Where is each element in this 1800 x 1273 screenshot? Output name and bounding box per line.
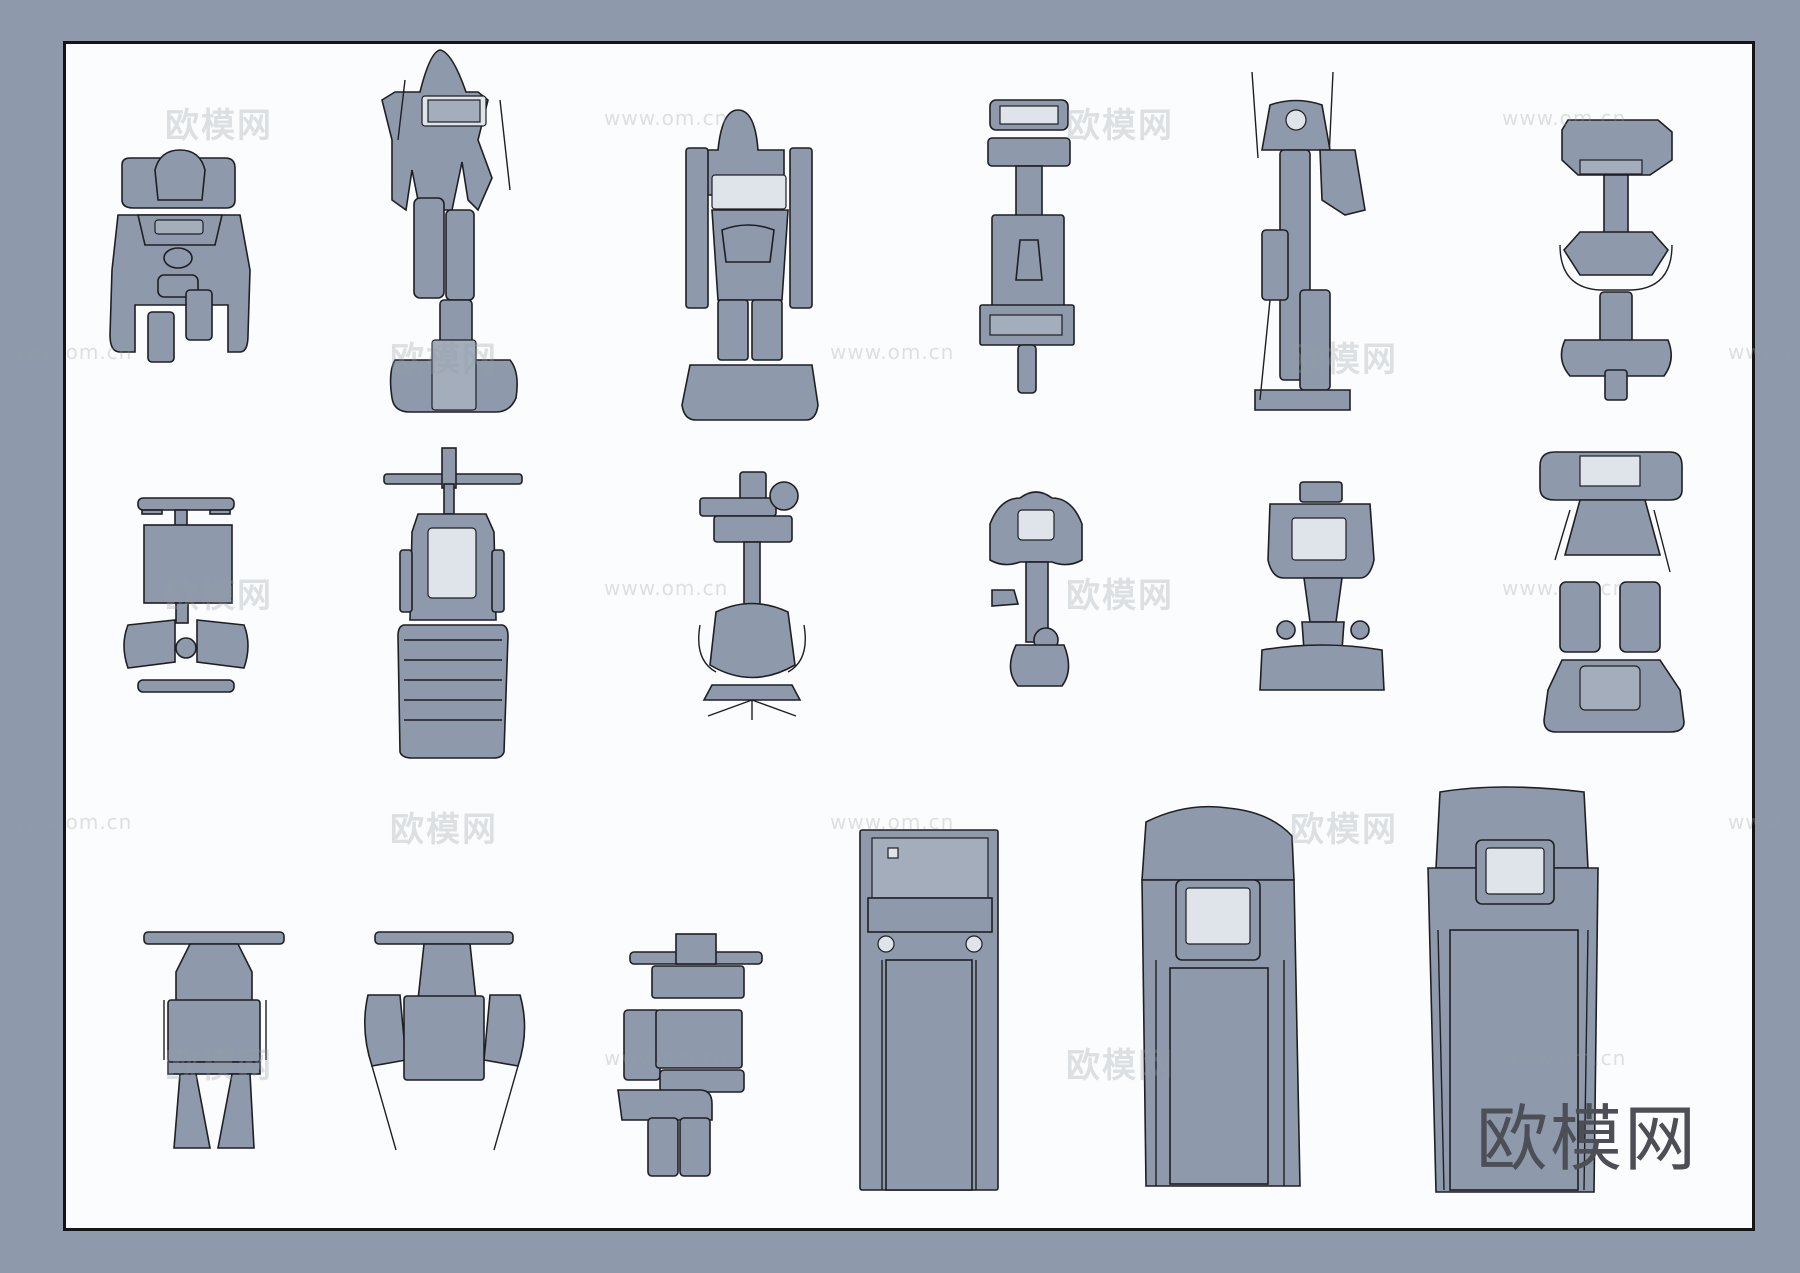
watermark-cn: 欧模网 xyxy=(1066,1046,1174,1086)
watermark-url: www.om.cn xyxy=(830,340,955,364)
watermark-cn: 欧模网 xyxy=(1290,810,1398,850)
watermark-url: www.om.cn xyxy=(1502,576,1627,600)
watermark-url: www.om.cn xyxy=(1728,340,1800,364)
watermark-url: www.om.cn xyxy=(604,106,729,130)
equipment-upright-bike-1 xyxy=(979,99,1075,394)
equipment-rowing-machine-1 xyxy=(383,447,523,759)
watermark-url: www.om.cn xyxy=(8,340,133,364)
watermark-cn: 欧模网 xyxy=(1290,340,1398,380)
watermark-cn: 欧模网 xyxy=(165,106,273,146)
brand-logo-text: 欧模网 xyxy=(1476,1097,1699,1181)
watermark-cn: 欧模网 xyxy=(390,810,498,850)
watermark-url: www.om.cn xyxy=(1502,1046,1627,1070)
equipment-stair-climber-1 xyxy=(681,109,819,421)
watermark-url: www.om.cn xyxy=(1502,106,1627,130)
equipment-exercise-bike-1 xyxy=(1259,481,1385,691)
watermark-url: www.om.cn xyxy=(830,810,955,834)
watermark-cn: 欧模网 xyxy=(1066,576,1174,616)
watermark-cn: 欧模网 xyxy=(165,576,273,616)
equipment-treadmill-2 xyxy=(1141,805,1301,1187)
equipment-spin-bike-1 xyxy=(1559,119,1673,401)
watermark-url: www.om.cn xyxy=(604,1046,729,1070)
watermark-url: www.om.cn xyxy=(1728,810,1800,834)
watermark-cn: 欧模网 xyxy=(390,340,498,380)
watermark-cn: 欧模网 xyxy=(165,1046,273,1086)
watermark-url: www.om.cn xyxy=(604,576,729,600)
equipment-treadmill-1 xyxy=(859,829,999,1191)
equipment-recumbent-bike-1 xyxy=(109,149,251,363)
watermark-cn: 欧模网 xyxy=(1066,106,1174,146)
watermark-url: www.om.cn xyxy=(8,810,133,834)
equipment-weight-bench-2 xyxy=(364,931,526,1151)
